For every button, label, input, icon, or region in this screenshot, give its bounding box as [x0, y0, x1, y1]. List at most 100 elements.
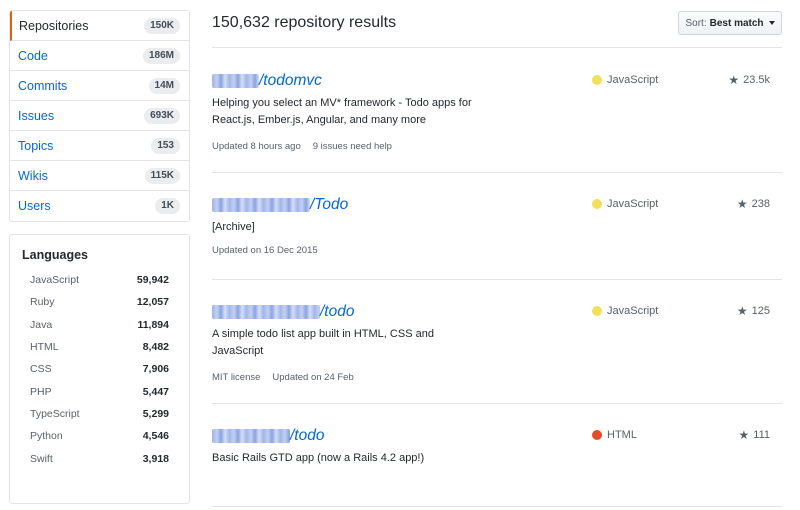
repo-description: Basic Rails GTD app (now a Rails 4.2 app… [212, 452, 425, 464]
repo-link[interactable]: /Todo [212, 195, 782, 215]
count-badge: 1K [155, 198, 180, 214]
divider [212, 47, 782, 48]
language-color-dot [592, 75, 602, 85]
filter-label: Wikis [18, 168, 48, 183]
language-count: 5,299 [142, 407, 169, 420]
filter-commits[interactable]: Commits 14M [10, 71, 189, 101]
repo-star-count: 238 [751, 198, 770, 210]
blurred-owner-name [212, 198, 310, 212]
filter-users[interactable]: Users 1K [10, 191, 189, 221]
star-icon: ★ [736, 197, 748, 211]
repo-star-count: 125 [751, 305, 770, 317]
language-name: Swift [30, 452, 53, 465]
language-name: Java [30, 318, 53, 331]
repo-name: /todo [320, 303, 355, 320]
repo-meta: Updated on 16 Dec 2015 [212, 245, 782, 256]
repo-meta: Updated 8 hours ago 9 issues need help [212, 141, 782, 152]
repo-updated: Updated on 16 Dec 2015 [212, 244, 318, 256]
repo-star-count: 111 [753, 429, 770, 441]
blurred-owner-name [212, 429, 290, 443]
languages-title: Languages [22, 248, 88, 262]
repo-language-name: JavaScript [607, 198, 659, 210]
language-name: JavaScript [30, 274, 80, 287]
repo-list-item: /todomvc Helping you select an MV* frame… [212, 71, 782, 152]
language-name: HTML [30, 341, 59, 354]
language-filter-css[interactable]: CSS 7,906 [22, 358, 177, 380]
language-name: TypeScript [30, 407, 80, 420]
count-badge: 693K [144, 107, 180, 124]
language-name: Ruby [30, 296, 55, 309]
language-count: 4,546 [142, 430, 169, 443]
language-name: CSS [30, 363, 52, 376]
language-filter-swift[interactable]: Swift 3,918 [22, 447, 177, 469]
repo-stargazers-link[interactable]: ★ 23.5k [728, 74, 770, 86]
repo-list-item: /todo A simple todo list app built in HT… [212, 302, 782, 383]
count-badge: 186M [142, 47, 180, 64]
language-filter-javascript[interactable]: JavaScript 59,942 [22, 269, 177, 291]
filter-topics[interactable]: Topics 153 [10, 131, 189, 161]
filter-label: Commits [18, 78, 68, 93]
repo-link[interactable]: /todo [212, 426, 782, 446]
language-count: 7,906 [142, 363, 169, 376]
repo-language: JavaScript [592, 305, 658, 317]
repo-star-count: 23.5k [743, 74, 770, 86]
search-type-menu: Repositories 150K Code 186M Commits 14M … [9, 10, 190, 222]
repo-language-name: JavaScript [607, 74, 659, 86]
filter-label: Topics [18, 138, 54, 153]
filter-issues[interactable]: Issues 693K [10, 101, 189, 131]
sort-dropdown-button[interactable]: Sort: Best match [678, 11, 782, 35]
repo-help-issues[interactable]: 9 issues need help [313, 141, 392, 152]
count-badge: 115K [144, 167, 180, 184]
language-filter-java[interactable]: Java 11,894 [22, 314, 177, 336]
filter-label: Code [18, 48, 48, 63]
repo-list-item: /Todo [Archive] Updated on 16 Dec 2015 J… [212, 195, 782, 256]
repo-description: Helping you select an MV* framework - To… [212, 97, 472, 126]
count-badge: 150K [144, 17, 180, 34]
languages-panel: Languages JavaScript 59,942 Ruby 12,057 … [9, 234, 190, 504]
language-count: 12,057 [136, 296, 169, 309]
repo-meta: MIT license Updated on 24 Feb [212, 372, 782, 383]
filter-label: Repositories [19, 18, 89, 33]
caret-down-icon [768, 21, 775, 25]
repo-name: /Todo [310, 196, 349, 213]
star-icon: ★ [738, 428, 750, 442]
filter-code[interactable]: Code 186M [10, 41, 189, 71]
repo-link[interactable]: /todomvc [212, 71, 782, 91]
divider [212, 403, 782, 404]
filter-label: Users [18, 199, 51, 213]
language-filter-html[interactable]: HTML 8,482 [22, 336, 177, 358]
repo-description: A simple todo list app built in HTML, CS… [212, 328, 434, 357]
count-badge: 14M [148, 77, 180, 94]
repo-list-item: /todo Basic Rails GTD app (now a Rails 4… [212, 426, 782, 467]
repo-stargazers-link[interactable]: ★ 238 [737, 198, 770, 210]
blurred-owner-name [212, 305, 320, 319]
count-badge: 153 [151, 137, 180, 154]
language-filter-typescript[interactable]: TypeScript 5,299 [22, 403, 177, 425]
language-count: 5,447 [142, 385, 169, 398]
repo-stargazers-link[interactable]: ★ 111 [739, 429, 771, 441]
results-heading: 150,632 repository results [212, 14, 397, 31]
language-name: Python [30, 430, 63, 443]
star-icon: ★ [736, 304, 748, 318]
star-icon: ★ [728, 73, 740, 87]
language-color-dot [592, 199, 602, 209]
repo-license: MIT license [212, 372, 261, 383]
filter-repositories[interactable]: Repositories 150K [10, 11, 189, 41]
repo-link[interactable]: /todo [212, 302, 782, 322]
language-name: PHP [30, 385, 52, 398]
language-filter-python[interactable]: Python 4,546 [22, 425, 177, 447]
repo-language: JavaScript [592, 198, 658, 210]
language-filter-php[interactable]: PHP 5,447 [22, 380, 177, 402]
repo-stargazers-link[interactable]: ★ 125 [737, 305, 770, 317]
repo-name: /todomvc [259, 72, 322, 89]
language-count: 3,918 [142, 452, 169, 465]
language-count: 59,942 [136, 274, 169, 287]
filter-label: Issues [18, 108, 55, 123]
sort-value: Best match [709, 17, 764, 29]
repo-language-name: JavaScript [607, 305, 659, 317]
repo-updated: Updated 8 hours ago [212, 141, 301, 152]
filter-wikis[interactable]: Wikis 115K [10, 161, 189, 191]
language-count: 11,894 [137, 318, 169, 331]
language-count: 8,482 [142, 341, 169, 354]
language-filter-ruby[interactable]: Ruby 12,057 [22, 291, 177, 313]
